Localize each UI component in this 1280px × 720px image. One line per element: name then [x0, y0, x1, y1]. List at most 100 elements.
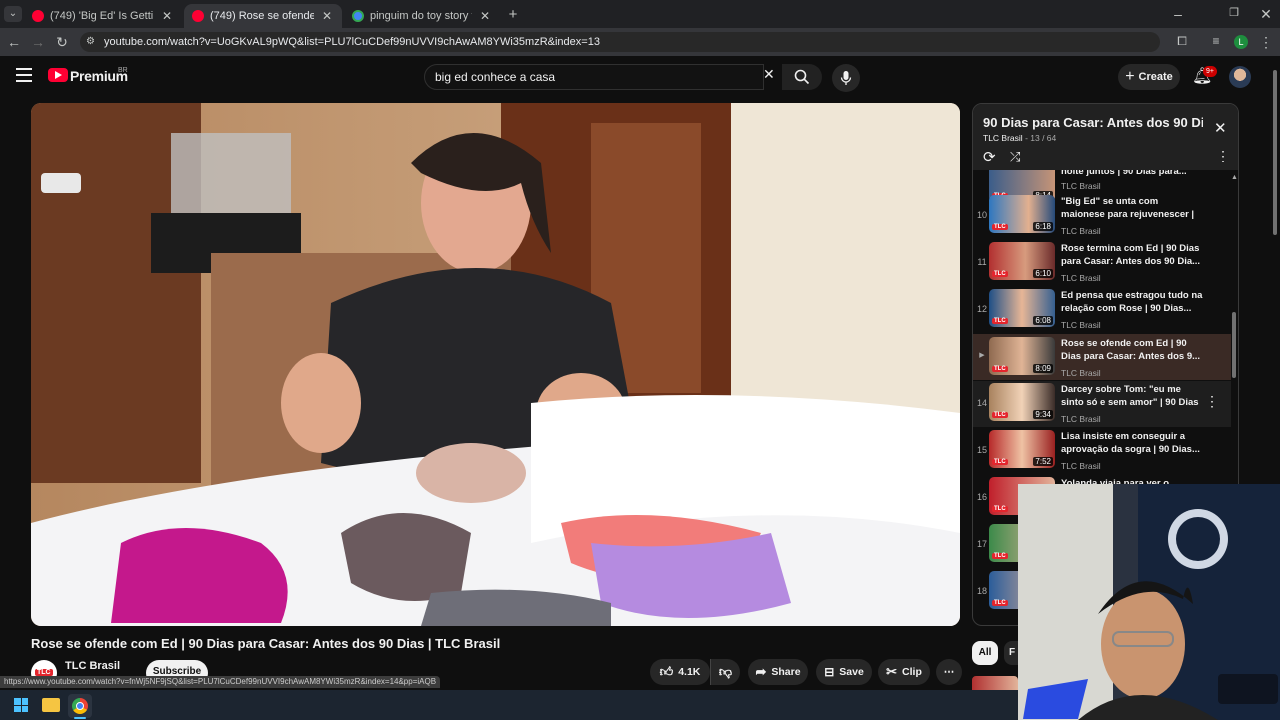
extensions-icon[interactable]: ⧠ [1172, 34, 1192, 49]
media-controls-icon[interactable]: ≡ [1206, 34, 1226, 48]
tab-2-title: (749) Rose se ofende com Ed | [210, 10, 314, 22]
tlc-logo: TLC [992, 271, 1008, 277]
restore-icon[interactable]: ❐ [1224, 6, 1244, 19]
channel-name[interactable]: TLC Brasil [65, 660, 120, 672]
minimize-icon[interactable]: – [1168, 6, 1188, 22]
item-menu-icon[interactable]: ⋮ [1205, 393, 1219, 410]
address-input[interactable]: ⚙ youtube.com/watch?v=UoGKvAL9pWQ&list=P… [80, 32, 1160, 52]
voice-search-button[interactable] [832, 64, 860, 92]
save-label: Save [839, 666, 864, 678]
tab-1[interactable]: (749) 'Big Ed' Is Getting Ready ✕ [24, 4, 182, 28]
reload-icon[interactable]: ↻ [52, 34, 72, 51]
tab-search-icon[interactable]: ⌄ [4, 6, 22, 22]
profile-avatar[interactable]: L [1234, 35, 1248, 49]
playlist-thumbnail: TLC 7:52 [989, 430, 1055, 468]
like-count: 4.1K [678, 666, 701, 678]
duration-badge: 8:09 [1033, 364, 1053, 373]
webcam-overlay [1018, 484, 1280, 720]
share-label: Share [771, 666, 801, 678]
scissors-icon: ✂ [886, 664, 898, 679]
playlist-item-title: Rose se ofende com Ed | 90 Dias para Cas… [1061, 338, 1201, 362]
search-button[interactable] [782, 64, 822, 90]
playlist-meta: TLC Brasil - 13 / 64 [983, 133, 1056, 143]
playlist-title[interactable]: 90 Dias para Casar: Antes dos 90 Di... [983, 115, 1203, 130]
playlist-thumbnail: TLC 6:10 [989, 242, 1055, 280]
close-playlist-icon[interactable]: ✕ [1214, 119, 1227, 137]
like-button[interactable]: 👍︎ 4.1K [650, 659, 710, 685]
playlist-item-channel: TLC Brasil [1061, 368, 1101, 378]
playlist-item-channel: TLC Brasil [1061, 273, 1101, 283]
tlc-logo: TLC [992, 366, 1008, 372]
video-player[interactable] [31, 103, 960, 626]
video-frame [31, 103, 960, 626]
browser-menu-icon[interactable]: ⋮ [1256, 34, 1276, 51]
header-overlap [973, 162, 1238, 170]
playlist-channel[interactable]: TLC Brasil [983, 133, 1023, 143]
close-tab-icon[interactable]: ✕ [478, 9, 492, 23]
playlist-item[interactable]: 11 TLC 6:10 Rose termina com Ed | 90 Dia… [973, 240, 1231, 286]
playlist-item[interactable]: 15 TLC 7:52 Lisa insiste em conseguir a … [973, 428, 1231, 474]
chrome-taskbar-button[interactable] [68, 694, 92, 718]
save-button[interactable]: ⊟ Save [816, 659, 872, 685]
search-value: big ed conhece a casa [435, 70, 556, 84]
status-bar-url: https://www.youtube.com/watch?v=fnWj5NF9… [0, 676, 441, 688]
playlist-index: 14 [976, 398, 987, 408]
share-button[interactable]: ➦ Share [748, 659, 808, 685]
file-explorer-icon[interactable] [42, 698, 60, 712]
tab-1-title: (749) 'Big Ed' Is Getting Ready [50, 10, 154, 22]
playlist-item-channel: TLC Brasil [1061, 461, 1101, 471]
site-info-icon[interactable]: ⚙ [86, 32, 95, 52]
video-title: Rose se ofende com Ed | 90 Dias para Cas… [31, 636, 501, 651]
close-tab-icon[interactable]: ✕ [160, 9, 174, 23]
tlc-logo: TLC [992, 412, 1008, 418]
playlist-index: 15 [976, 445, 987, 455]
playlist-item-title: Rose termina com Ed | 90 Dias para Casar… [1061, 243, 1201, 267]
playlist-item[interactable]: 10 TLC 6:18 "Big Ed" se unta com maiones… [973, 193, 1231, 239]
recommended-thumbnail[interactable] [972, 676, 1018, 690]
chip-all[interactable]: All [972, 641, 998, 665]
duration-badge: 6:08 [1033, 316, 1053, 325]
more-actions-button[interactable]: ⋯ [936, 659, 962, 685]
playlist-thumbnail: TLC 6:18 [989, 195, 1055, 233]
playlist-item-current[interactable]: ▶ TLC 8:09 Rose se ofende com Ed | 90 Di… [973, 334, 1231, 380]
dislike-button[interactable]: 👎︎ [710, 659, 740, 685]
playlist-item[interactable]: 12 TLC 6:08 Ed pensa que estragou tudo n… [973, 287, 1231, 333]
playlist-thumbnail: TLC 8:09 [989, 337, 1055, 375]
duration-badge: 6:10 [1033, 269, 1053, 278]
tab-2[interactable]: (749) Rose se ofende com Ed | ✕ [184, 4, 342, 28]
playlist-item-title: "Big Ed" se unta com maionese para rejuv… [1061, 196, 1195, 220]
more-horizontal-icon: ⋯ [943, 666, 955, 678]
forward-icon[interactable]: → [28, 34, 48, 50]
hamburger-menu-icon[interactable] [16, 68, 32, 82]
playlist-item-title: Lisa insiste em conseguir a aprovação da… [1061, 431, 1200, 455]
new-tab-icon[interactable]: + [503, 6, 523, 23]
duration-badge: 9:34 [1033, 410, 1053, 419]
thumbs-up-icon: 👍︎ [659, 664, 674, 679]
create-button[interactable]: + Create [1118, 64, 1180, 90]
tab-3[interactable]: pinguim do toy story fodido - ✕ [344, 4, 500, 28]
clip-button[interactable]: ✂ Clip [878, 659, 930, 685]
search-icon [794, 69, 810, 85]
close-tab-icon[interactable]: ✕ [320, 9, 334, 23]
playlist-item[interactable]: 14 TLC 9:34 Darcey sobre Tom: "eu me sin… [973, 381, 1231, 427]
tlc-logo: TLC [992, 553, 1008, 559]
scrollbar-thumb[interactable] [1232, 312, 1236, 378]
back-icon[interactable]: ← [4, 34, 24, 50]
duration-badge: 7:52 [1033, 457, 1053, 466]
close-window-icon[interactable]: ✕ [1256, 6, 1276, 23]
active-app-indicator [74, 717, 86, 719]
bookmark-icon: ⊟ [824, 665, 835, 679]
playlist-index: 12 [976, 304, 987, 314]
windows-start-icon[interactable] [14, 698, 28, 712]
youtube-logo-icon[interactable] [48, 68, 68, 82]
account-avatar[interactable] [1229, 66, 1251, 88]
thumbs-down-icon: 👎︎ [718, 664, 733, 679]
playlist-index: 16 [976, 492, 987, 502]
search-input[interactable]: big ed conhece a casa [424, 64, 764, 90]
playlist-item-title: Darcey sobre Tom: "eu me sinto só e sem … [1061, 384, 1199, 408]
page-scrollbar-thumb[interactable] [1273, 70, 1277, 235]
scroll-up-icon[interactable]: ▲ [1231, 174, 1238, 181]
clear-search-icon[interactable]: ✕ [763, 66, 775, 83]
page-scrollbar[interactable] [1272, 60, 1278, 240]
playlist-header: 90 Dias para Casar: Antes dos 90 Di... T… [973, 104, 1238, 170]
